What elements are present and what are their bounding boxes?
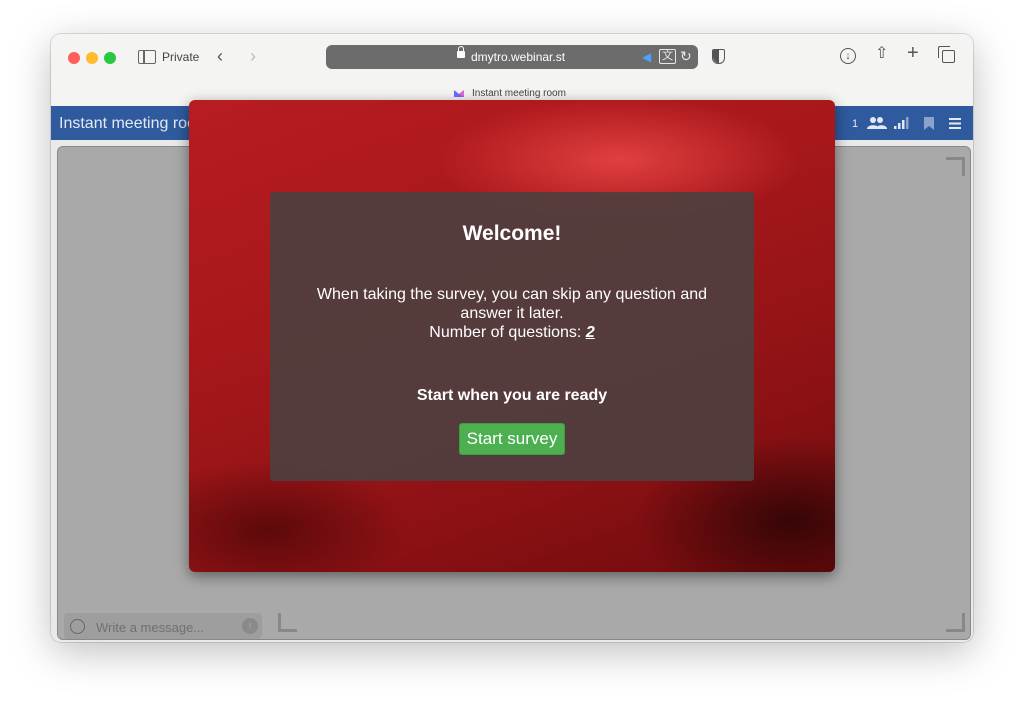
room-title: Instant meeting room xyxy=(59,115,210,132)
lock-icon xyxy=(457,46,465,58)
shield-icon[interactable] xyxy=(712,49,725,64)
zoom-window-button[interactable] xyxy=(104,52,116,64)
menu-icon[interactable] xyxy=(949,118,961,129)
ready-text: Start when you are ready xyxy=(416,387,608,404)
sidebar-icon[interactable] xyxy=(138,50,156,64)
fullscreen-corner-icon[interactable] xyxy=(946,613,965,632)
questions-count-value: 2 xyxy=(585,324,595,341)
bookmark-icon[interactable] xyxy=(924,117,934,130)
survey-title: Welcome! xyxy=(462,222,562,245)
download-icon[interactable]: ↓ xyxy=(840,48,856,64)
browser-toolbar: Private ‹ › dmytro.webinar.st ◀ 文 ↻ ↓ ⇧ … xyxy=(51,34,973,80)
translate-icon[interactable]: 文 xyxy=(659,49,676,64)
address-bar[interactable]: dmytro.webinar.st ◀ 文 ↻ xyxy=(326,45,698,69)
fullscreen-corner-icon[interactable] xyxy=(946,157,965,176)
close-window-button[interactable] xyxy=(68,52,80,64)
tab-favicon-icon xyxy=(454,90,464,97)
minimize-window-button[interactable] xyxy=(86,52,98,64)
questions-count-label: Number of questions: xyxy=(429,324,582,341)
tab-title[interactable]: Instant meeting room xyxy=(472,88,566,99)
reload-icon[interactable]: ↻ xyxy=(680,48,692,65)
questions-count-line: Number of questions: 2 xyxy=(270,323,754,342)
private-mode-label: Private xyxy=(162,50,200,64)
survey-overlay: Welcome! When taking the survey, you can… xyxy=(189,100,835,572)
emoji-icon[interactable] xyxy=(70,619,85,634)
chat-box: ↑ xyxy=(64,613,262,639)
start-survey-button[interactable]: Start survey xyxy=(459,423,565,455)
back-icon[interactable]: ‹ xyxy=(217,47,223,65)
participants-icon[interactable] xyxy=(867,117,887,129)
survey-welcome-card: Welcome! When taking the survey, you can… xyxy=(270,192,754,481)
survey-description: When taking the survey, you can skip any… xyxy=(316,286,708,322)
signal-icon[interactable] xyxy=(894,117,910,129)
url-text: dmytro.webinar.st xyxy=(471,50,566,64)
browser-window: Private ‹ › dmytro.webinar.st ◀ 文 ↻ ↓ ⇧ … xyxy=(51,34,973,642)
tabs-overview-icon[interactable] xyxy=(938,46,955,63)
chat-message-input[interactable] xyxy=(94,617,238,637)
forward-icon[interactable]: › xyxy=(250,47,256,65)
speaker-icon[interactable]: ◀ xyxy=(642,50,651,64)
send-icon[interactable]: ↑ xyxy=(242,618,258,634)
new-tab-icon[interactable]: + xyxy=(907,43,919,63)
share-icon[interactable]: ⇧ xyxy=(875,46,888,62)
participants-count: 1 xyxy=(852,118,859,130)
panel-corner-icon xyxy=(278,613,297,632)
